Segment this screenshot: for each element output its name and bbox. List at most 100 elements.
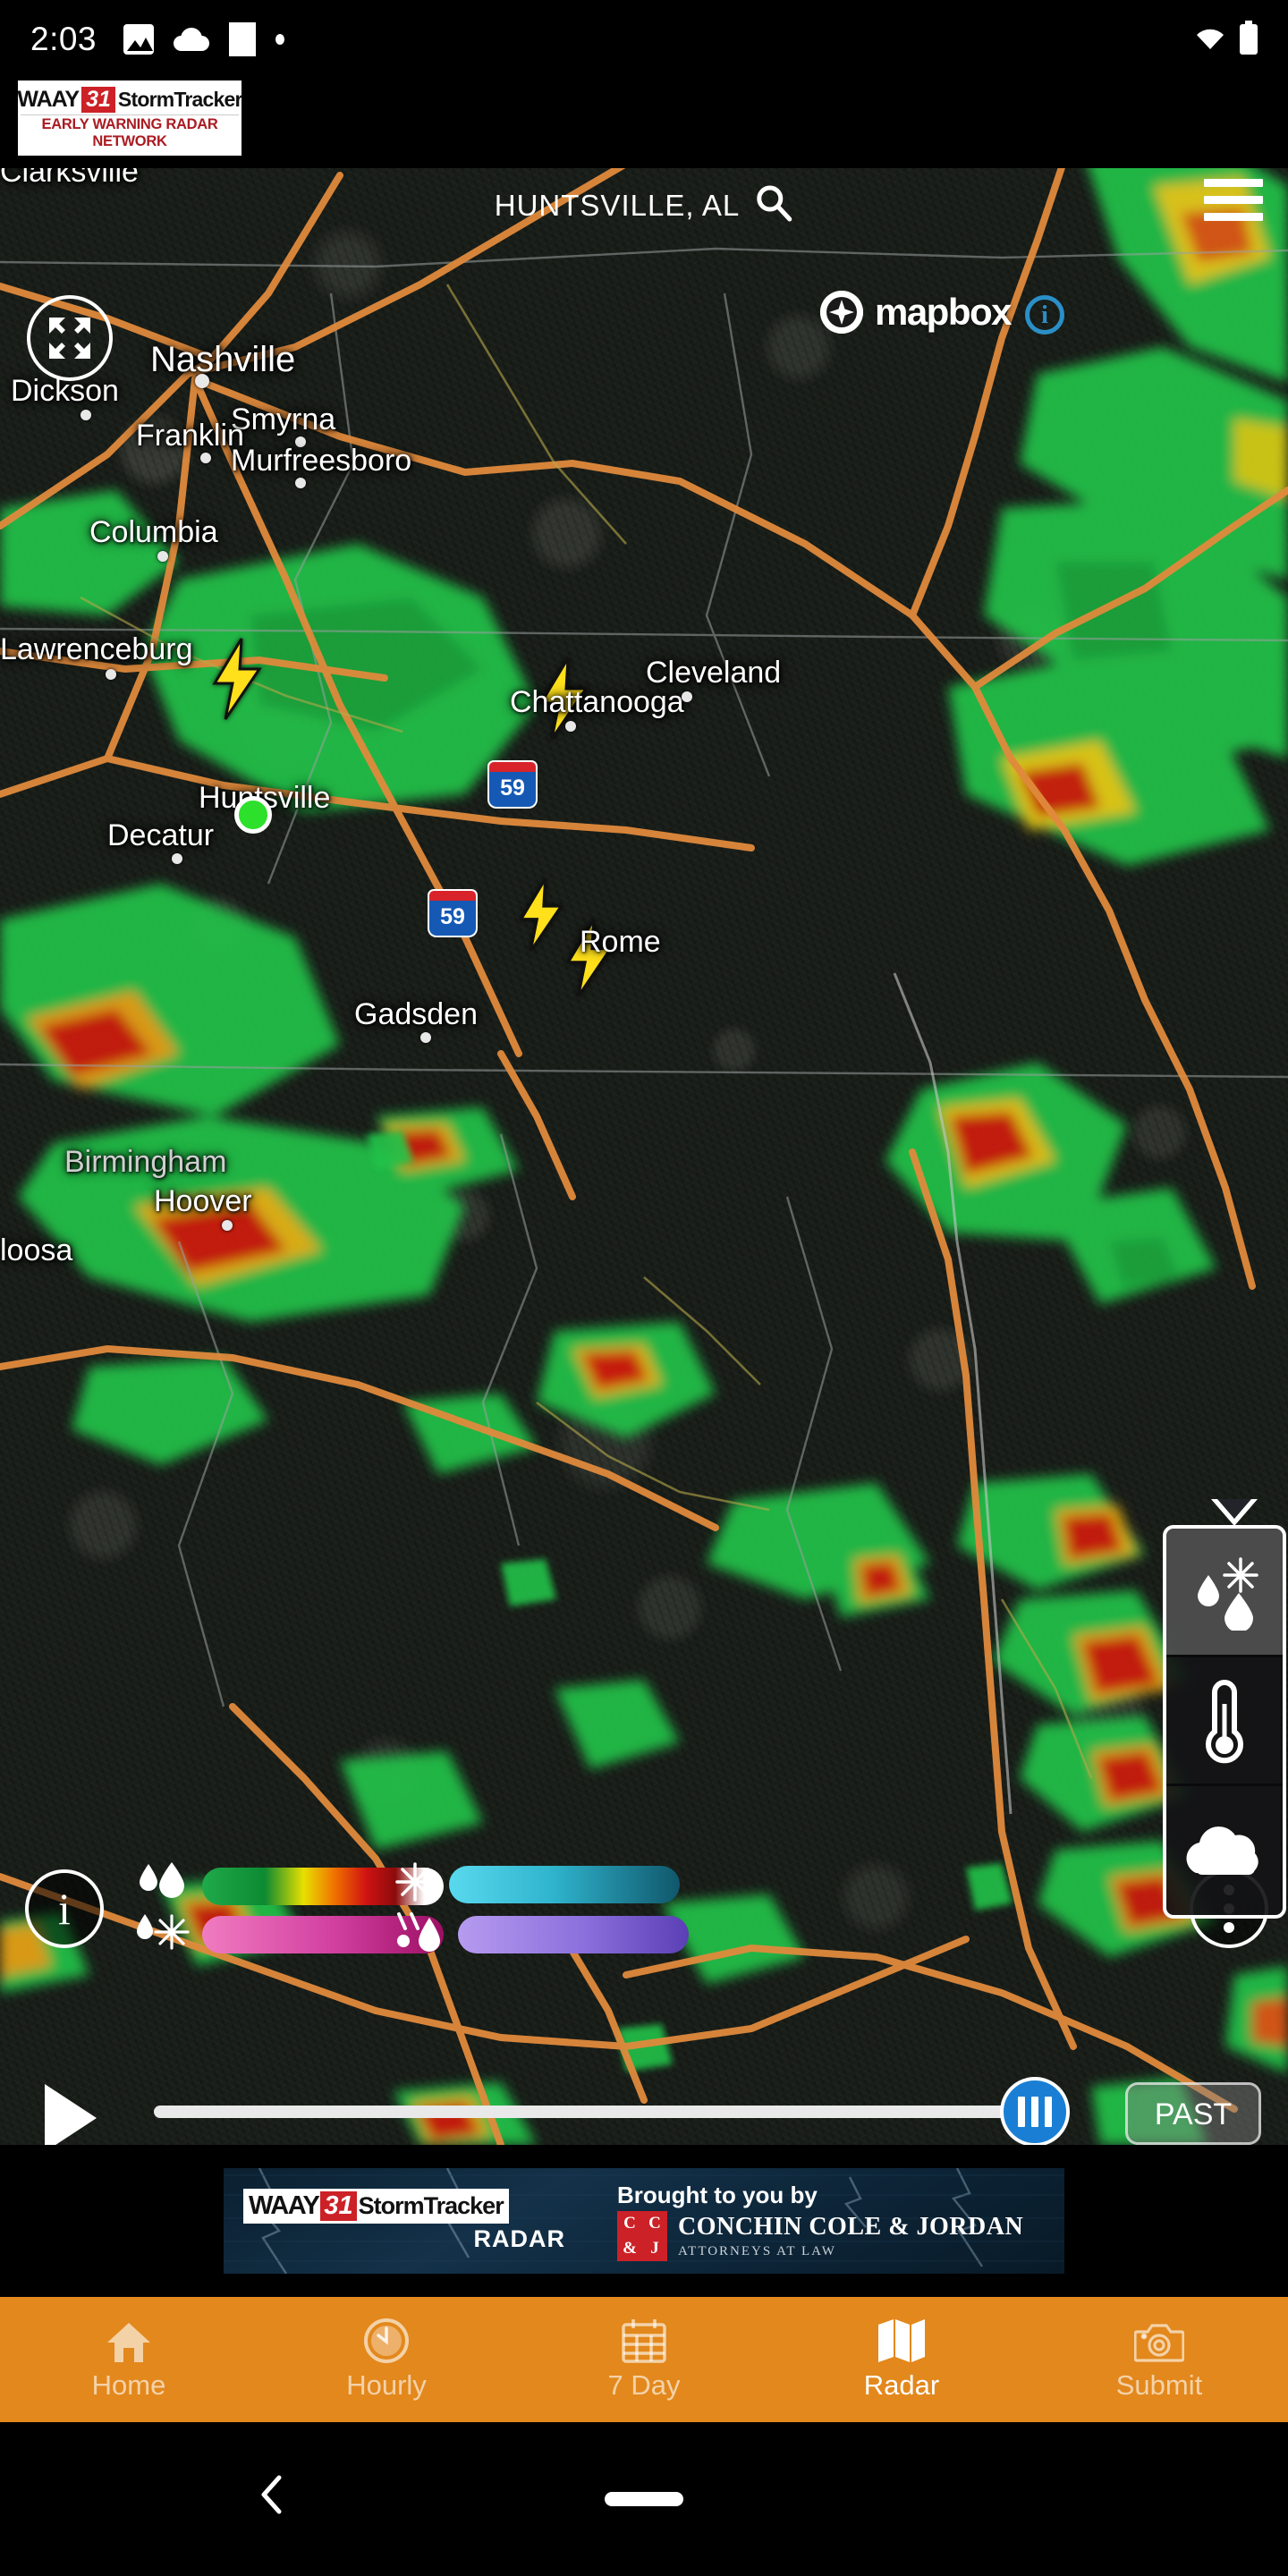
- wifi-icon: [1195, 28, 1225, 51]
- ad-product-sub: RADAR: [473, 2225, 565, 2252]
- location-selector[interactable]: HUNTSVILLE, AL: [495, 183, 793, 227]
- sleet-icon: [394, 1911, 445, 1958]
- timeline-handle[interactable]: [1000, 2077, 1070, 2147]
- sponsor-ad-banner[interactable]: WAAY 31 StormTracker RADAR Brought to yo…: [0, 2145, 1288, 2297]
- legend-info-button[interactable]: i: [25, 1869, 104, 1948]
- city-dot: [222, 1220, 233, 1231]
- city-dot: [200, 453, 211, 463]
- status-system-icons: [1195, 21, 1258, 55]
- ad-logo-brand: WAAY: [249, 2191, 320, 2220]
- city-dot: [157, 551, 168, 562]
- sponsor-mark-letter: C: [623, 2214, 636, 2233]
- city-label: Murfreesboro: [231, 444, 412, 478]
- ad-waay31-logo: WAAY 31 StormTracker: [243, 2189, 509, 2224]
- city-dot: [420, 1032, 431, 1043]
- legend-ice-row: [394, 1911, 689, 1958]
- search-icon[interactable]: [754, 183, 793, 227]
- map-icon: [876, 2318, 928, 2364]
- snowflake-icon: [394, 1860, 436, 1908]
- clock-icon: [363, 2318, 410, 2364]
- system-navigation-bar: [0, 2422, 1288, 2576]
- highway-shield-label: 59: [428, 901, 478, 937]
- current-location-dot: [234, 796, 272, 834]
- sponsor-mark-letter: C: [648, 2214, 661, 2233]
- nav-label: Home: [91, 2369, 166, 2401]
- nav-label: 7 Day: [607, 2369, 681, 2401]
- mapbox-attribution[interactable]: mapbox: [819, 291, 1013, 334]
- camera-icon: [1134, 2318, 1184, 2364]
- nav-label: Hourly: [346, 2369, 427, 2401]
- nav-item-7day[interactable]: 7 Day: [515, 2297, 773, 2422]
- nav-item-hourly[interactable]: Hourly: [258, 2297, 515, 2422]
- ad-logo-product: StormTracker: [358, 2192, 504, 2219]
- city-dot: [295, 478, 306, 488]
- city-label: Franklin: [136, 419, 244, 453]
- bottom-navigation[interactable]: Home Hourly 7 Day Radar Submit: [0, 2297, 1288, 2422]
- city-label: Lawrenceburg: [0, 632, 193, 666]
- dot-icon: [275, 34, 285, 45]
- logo-channel: 31: [81, 87, 115, 113]
- radar-map[interactable]: 59 59 Clarksville Nashville Dickson Smyr…: [0, 79, 1288, 2145]
- city-label: Gadsden: [354, 997, 478, 1031]
- city-dot: [80, 410, 91, 420]
- map-layer-panel[interactable]: [1163, 1525, 1286, 1919]
- location-label: HUNTSVILLE, AL: [494, 188, 741, 222]
- city-label: Cleveland: [646, 656, 782, 690]
- hamburger-menu-icon[interactable]: [1204, 179, 1263, 230]
- past-button[interactable]: PAST: [1125, 2082, 1261, 2145]
- logo-product: StormTracker: [117, 88, 243, 111]
- square-icon: [229, 22, 257, 56]
- nav-item-submit[interactable]: Submit: [1030, 2297, 1288, 2422]
- lightning-bolt-icon: [515, 877, 567, 953]
- back-chevron-icon[interactable]: [255, 2472, 289, 2527]
- calendar-icon: [621, 2318, 667, 2364]
- city-label: Decatur: [107, 818, 215, 852]
- battery-icon: [1240, 21, 1258, 55]
- status-notification-icons: [123, 22, 285, 56]
- temperature-layer[interactable]: [1166, 1657, 1283, 1786]
- mapbox-wordmark: mapbox: [874, 291, 1013, 333]
- sponsor-mark-letter: &: [623, 2239, 637, 2258]
- logo-tagline: EARLY WARNING RADAR NETWORK: [21, 114, 239, 153]
- city-label: Nashville: [150, 340, 296, 379]
- ad-logo-channel: 31: [320, 2191, 357, 2221]
- sponsor-name: CONCHIN COLE & JORDAN: [678, 2212, 1024, 2241]
- status-time: 2:03: [30, 21, 97, 57]
- highway-shield-i59: 59: [487, 760, 538, 809]
- logo-brand: WAAY: [17, 87, 80, 112]
- clouds-layer[interactable]: [1166, 1786, 1283, 1915]
- city-dot: [565, 721, 576, 732]
- sponsor-logo-mark: C C & J: [617, 2210, 667, 2261]
- city-label: Rome: [580, 925, 661, 959]
- ice-sleet-scale: [458, 1915, 689, 1953]
- highway-shield-i59: 59: [428, 889, 478, 937]
- nav-item-home[interactable]: Home: [0, 2297, 258, 2422]
- timeline-track[interactable]: [154, 2106, 1050, 2118]
- highway-shield-label: 59: [487, 772, 538, 809]
- raindrops-icon: [132, 1860, 190, 1911]
- city-label: Hoover: [154, 1184, 252, 1218]
- play-icon[interactable]: [45, 2084, 97, 2152]
- city-dot: [106, 669, 116, 680]
- city-dot: [682, 691, 692, 702]
- fullscreen-expand-icon[interactable]: [27, 295, 113, 381]
- home-pill-icon[interactable]: [605, 2492, 683, 2506]
- sponsor-subtitle: ATTORNEYS AT LAW: [678, 2243, 836, 2258]
- city-label: Smyrna: [231, 402, 336, 436]
- lightning-bolt-icon: [208, 637, 267, 721]
- layer-panel-caret-icon: [1211, 1499, 1258, 1526]
- cloud-icon: [174, 28, 210, 51]
- precipitation-layer[interactable]: [1166, 1529, 1283, 1657]
- nav-item-radar[interactable]: Radar: [773, 2297, 1030, 2422]
- mapbox-logo-icon: [819, 291, 863, 334]
- raindrop-snowflake-icon: [132, 1911, 190, 1958]
- image-icon: [123, 24, 155, 55]
- city-label: loosa: [0, 1233, 73, 1267]
- city-label: Columbia: [89, 515, 218, 549]
- waay31-stormtracker-logo: WAAY 31 StormTracker EARLY WARNING RADAR…: [17, 80, 243, 156]
- sponsor-mark-letter: J: [650, 2239, 659, 2258]
- home-icon: [106, 2318, 152, 2364]
- city-label: Birmingham: [64, 1145, 227, 1179]
- nav-label: Radar: [863, 2369, 940, 2401]
- map-info-icon[interactable]: i: [1025, 295, 1064, 335]
